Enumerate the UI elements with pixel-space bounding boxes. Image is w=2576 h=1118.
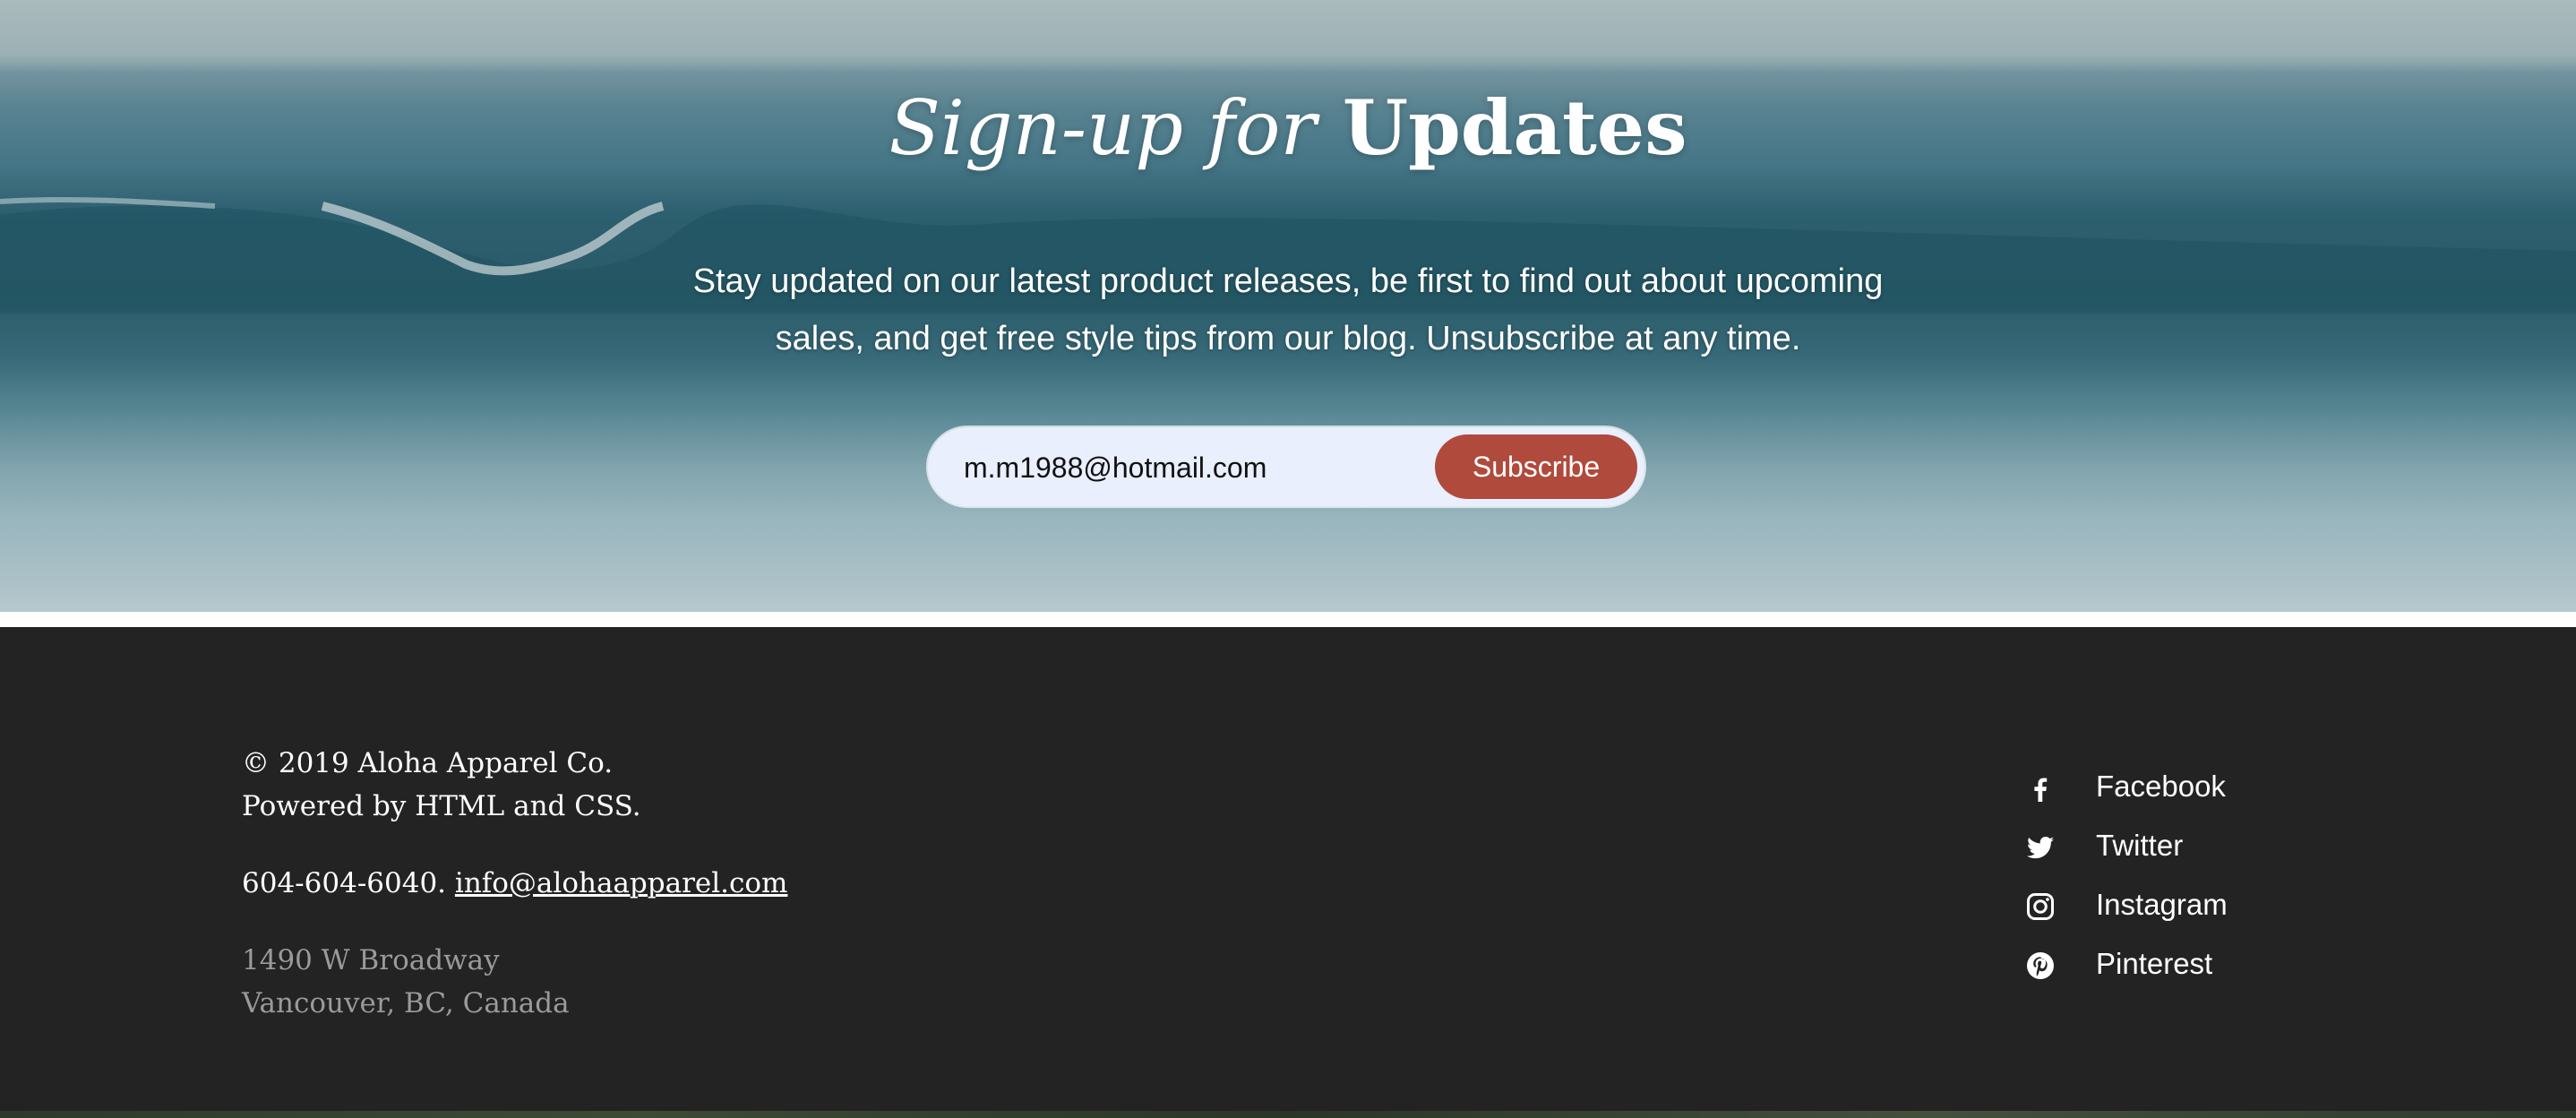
social-label-instagram: Instagram <box>2096 888 2228 921</box>
address-line-2: Vancouver, BC, Canada <box>242 987 570 1019</box>
email-link[interactable]: info@alohaapparel.com <box>455 867 788 899</box>
social-link-pinterest[interactable]: Pinterest <box>2024 939 2347 993</box>
email-input[interactable] <box>962 442 1449 494</box>
address-line-1: 1490 W Broadway <box>242 944 500 976</box>
signup-description: Stay updated on our latest product relea… <box>692 262 1884 357</box>
subscribe-button[interactable]: Subscribe <box>1435 434 1637 499</box>
signup-section: Sign-up for Updates Stay updated on our … <box>0 0 2576 612</box>
signup-title-bold: Updates <box>1342 83 1687 172</box>
copyright-text: © 2019 Aloha Apparel Co. <box>242 747 614 779</box>
twitter-icon <box>2026 837 2054 859</box>
social-label-pinterest: Pinterest <box>2096 947 2213 980</box>
instagram-icon <box>2027 893 2054 920</box>
pinterest-icon <box>2027 952 2054 979</box>
signup-title-italic: Sign-up for <box>889 84 1317 172</box>
powered-by-text: Powered by HTML and CSS. <box>242 790 641 822</box>
site-footer: © 2019 Aloha Apparel Co. Powered by HTML… <box>0 627 2576 1111</box>
signup-title: Sign-up for Updates <box>0 79 2576 177</box>
phone-number: 604-604-6040. <box>242 867 447 899</box>
social-link-twitter[interactable]: Twitter <box>2024 821 2347 874</box>
contact-line: 604-604-6040. info@alohaapparel.com <box>242 864 787 903</box>
next-section-edge <box>0 1111 2576 1118</box>
signup-form: Subscribe <box>928 427 1644 506</box>
facebook-icon <box>2034 778 2048 802</box>
social-link-instagram[interactable]: Instagram <box>2024 880 2347 933</box>
social-link-facebook[interactable]: Facebook <box>2024 761 2347 815</box>
social-label-facebook: Facebook <box>2096 770 2226 803</box>
social-label-twitter: Twitter <box>2096 829 2184 862</box>
